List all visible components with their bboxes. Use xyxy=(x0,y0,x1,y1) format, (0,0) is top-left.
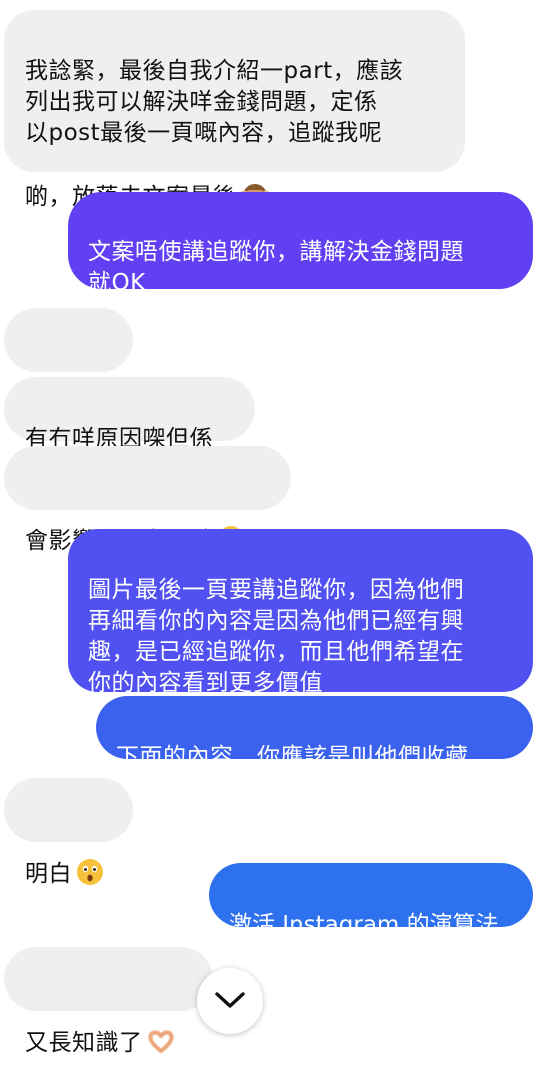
heart-hands-icon xyxy=(146,995,176,1065)
message-text: 又長知識了 xyxy=(25,1030,143,1056)
message-text: 明白 xyxy=(25,861,72,887)
message-bubble-incoming[interactable]: 明白 xyxy=(4,308,133,417)
message-bubble-incoming[interactable]: 有冇咩原因㗎但係 xyxy=(4,377,255,452)
message-text: 圖片最後一頁要講追蹤你，因為他們 再細看你的內容是因為他們已經有興 趣，是已經追… xyxy=(88,577,464,696)
message-thread[interactable]: 我諗緊，最後自我介紹一part，應該 列出我可以解決咩金錢問題，定係 以post… xyxy=(0,0,546,1056)
message-bubble-incoming[interactable]: 又長知識了 xyxy=(4,947,213,1056)
chevron-down-icon xyxy=(215,992,245,1008)
message-text: 激活 Instagram 的演算法 xyxy=(229,912,499,938)
scroll-to-bottom-button[interactable] xyxy=(197,968,263,1034)
message-bubble-outgoing[interactable]: 文案唔使講追蹤你，講解決金錢問題 就OK xyxy=(68,192,533,296)
message-bubble-outgoing[interactable]: 激活 Instagram 的演算法 xyxy=(209,863,533,938)
message-bubble-outgoing[interactable]: 圖片最後一頁要講追蹤你，因為他們 再細看你的內容是因為他們已經有興 趣，是已經追… xyxy=(68,529,533,696)
message-bubble-incoming[interactable]: 我諗緊，最後自我介紹一part，應該 列出我可以解決咩金錢問題，定係 以post… xyxy=(4,10,465,210)
message-bubble-incoming[interactable]: 明白 xyxy=(4,778,133,887)
message-text: 我諗緊，最後自我介紹一part，應該 列出我可以解決咩金錢問題，定係 以post… xyxy=(25,58,404,210)
astonished-face-icon xyxy=(75,826,105,896)
message-text: 下面的內容，你應該是叫他們收藏 xyxy=(116,744,469,770)
message-bubble-outgoing[interactable]: 下面的內容，你應該是叫他們收藏 xyxy=(96,696,533,770)
message-bubble-incoming[interactable]: 會影響流量定係點 xyxy=(4,446,291,554)
message-text: 文案唔使講追蹤你，講解決金錢問題 就OK xyxy=(88,239,464,296)
